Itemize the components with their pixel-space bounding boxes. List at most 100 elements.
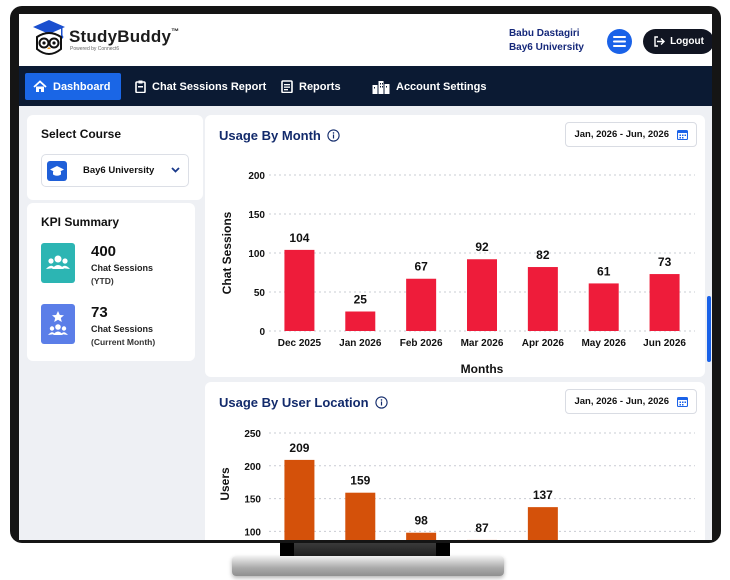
kpi-month-icon-box <box>41 304 75 344</box>
bar-value-label: 104 <box>289 231 309 245</box>
bar <box>467 259 497 331</box>
user-info: Babu Dastagiri Bay6 University <box>509 27 584 55</box>
star-users-icon <box>48 311 68 335</box>
monitor-neck-right <box>436 543 450 557</box>
hamburger-icon <box>613 36 626 47</box>
nav-chat-sessions-label: Chat Sessions Report <box>152 80 267 93</box>
bar-value-label: 67 <box>414 260 428 274</box>
usage-by-month-title: Usage By Month <box>219 128 340 143</box>
bar-value-label: 98 <box>414 514 428 528</box>
nav-dashboard-label: Dashboard <box>53 80 111 93</box>
y-tick-label: 200 <box>244 462 261 473</box>
kpi-month-label: Chat Sessions <box>91 324 154 334</box>
select-course-title: Select Course <box>41 127 122 141</box>
bar <box>406 532 437 540</box>
y-tick-label: 100 <box>248 249 265 260</box>
course-dropdown[interactable]: Bay6 University <box>41 154 189 187</box>
y-tick-label: 200 <box>248 171 265 182</box>
select-course-panel: Select Course Bay6 University <box>27 115 203 200</box>
y-tick-label: 50 <box>254 288 266 299</box>
chevron-down-icon <box>171 167 180 173</box>
bar <box>345 492 376 540</box>
kpi-ytd-value: 400 <box>91 243 117 260</box>
kpi-summary-title: KPI Summary <box>41 215 120 229</box>
report-icon <box>281 80 293 93</box>
kpi-ytd-label: Chat Sessions <box>91 263 154 273</box>
user-name: Babu Dastagiri <box>508 28 580 39</box>
x-tick-label: Feb 2026 <box>400 338 443 349</box>
kpi-month-sub: (Current Month) <box>91 337 156 347</box>
logout-label: Logout <box>670 36 704 47</box>
kpi-ytd-sub: (YTD) <box>91 276 114 286</box>
nav-account-settings-label: Account Settings <box>396 80 487 93</box>
logout-icon <box>654 36 666 47</box>
x-tick-label: Jun 2026 <box>643 338 686 349</box>
bar <box>406 278 437 331</box>
location-chart-date-range: Jan, 2026 - Jun, 2026 <box>574 396 669 407</box>
bar-value-label: 137 <box>533 488 553 502</box>
bar-value-label: 209 <box>289 441 309 455</box>
y-tick-label: 250 <box>244 429 261 440</box>
bar-value-label: 82 <box>536 248 550 262</box>
calendar-icon <box>677 396 688 407</box>
bar <box>649 274 680 331</box>
users-icon <box>46 255 70 269</box>
usage-by-location-title: Usage By User Location <box>219 395 388 410</box>
bar-value-label: 73 <box>658 255 672 269</box>
x-tick-label: Jan 2026 <box>339 338 382 349</box>
bar-value-label: 61 <box>597 264 611 278</box>
y-tick-label: 0 <box>259 327 265 338</box>
month-chart-date-range: Jan, 2026 - Jun, 2026 <box>574 129 669 140</box>
monitor-neck <box>280 543 450 557</box>
user-org: Bay6 University <box>508 42 584 53</box>
bar <box>527 507 558 540</box>
usage-by-location-chart: 5010015020025020915998871374538Users <box>218 429 695 540</box>
menu-button[interactable] <box>607 29 632 54</box>
x-tick-label: Mar 2026 <box>461 338 504 349</box>
course-selected-value: Bay6 University <box>83 165 155 176</box>
owl-logo-icon <box>33 20 65 55</box>
brand-name: StudyBuddy™ <box>69 27 180 46</box>
bar-value-label: 159 <box>350 474 370 488</box>
monitor-neck-left <box>280 543 294 557</box>
kpi-month-value: 73 <box>91 304 108 321</box>
y-axis-title: Users <box>218 467 232 501</box>
bar <box>588 283 619 331</box>
bar <box>527 267 558 331</box>
logout-button[interactable]: Logout <box>643 29 712 54</box>
usage-by-location-panel: Usage By User Location Jan, 2026 - Jun, … <box>205 382 705 540</box>
x-tick-label: May 2026 <box>581 338 626 349</box>
bar <box>284 249 315 331</box>
nav-reports-label: Reports <box>299 80 341 93</box>
home-icon <box>33 80 47 92</box>
x-tick-label: Apr 2026 <box>522 338 565 349</box>
bar-value-label: 92 <box>475 240 489 254</box>
graduation-cap-icon <box>47 161 67 181</box>
nav-dashboard[interactable]: Dashboard <box>25 73 121 100</box>
calendar-icon <box>677 129 688 140</box>
scrollbar-thumb[interactable] <box>707 296 711 362</box>
month-chart-date-range-button[interactable]: Jan, 2026 - Jun, 2026 <box>565 122 697 147</box>
info-icon[interactable] <box>327 129 340 142</box>
kpi-summary-panel: KPI Summary 400 Chat Sessions (YTD) 73 C… <box>27 203 195 361</box>
nav-chat-sessions-report[interactable]: Chat Sessions Report <box>127 73 274 100</box>
app-screen: StudyBuddy™ Powered by Connect6 Babu Das… <box>19 14 712 540</box>
nav-reports[interactable]: Reports <box>273 73 349 100</box>
bar-value-label: 25 <box>354 293 368 307</box>
y-tick-label: 150 <box>244 495 261 506</box>
y-tick-label: 100 <box>244 527 261 538</box>
x-tick-label: Dec 2025 <box>278 338 322 349</box>
info-icon[interactable] <box>374 396 388 409</box>
usage-by-month-panel: Usage By Month Jan, 2026 - Jun, 2026 0 50… <box>205 115 705 377</box>
x-axis-title: Months <box>461 362 504 376</box>
location-chart-date-range-button[interactable]: Jan, 2026 - Jun, 2026 <box>565 389 697 414</box>
trademark-mark: ™ <box>171 27 180 36</box>
app-header: StudyBuddy™ Powered by Connect6 Babu Das… <box>19 14 712 66</box>
y-axis-title: Chat Sessions <box>220 211 234 294</box>
nav-account-settings[interactable]: Account Settings <box>364 73 494 100</box>
usage-by-month-chart: 0 50 100 150 200 104 Dec 2025 25 Jan 2026 67 Feb 2… <box>220 171 695 376</box>
main-nav: Dashboard Chat Sessions Report Reports A… <box>19 66 712 106</box>
powered-by-text: Powered by Connect6 <box>70 46 120 52</box>
bar <box>284 459 315 540</box>
monitor-base <box>232 556 504 576</box>
